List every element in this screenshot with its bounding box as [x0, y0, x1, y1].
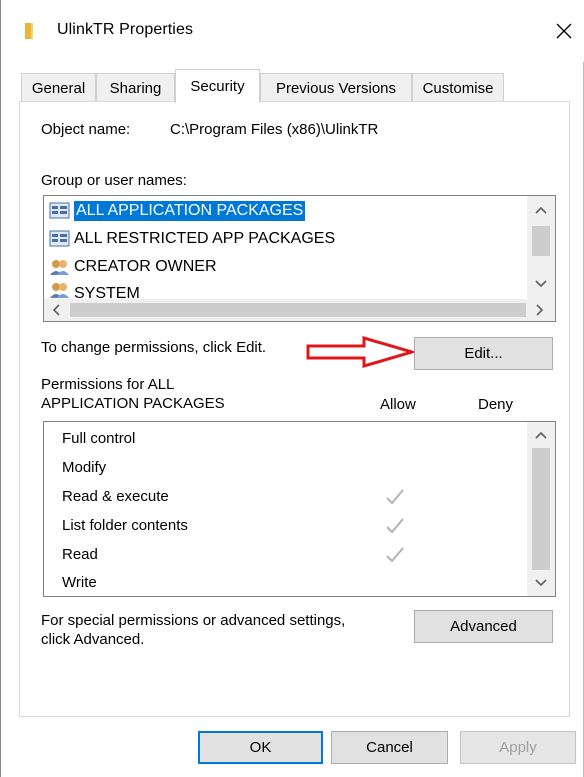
- close-button[interactable]: [547, 14, 581, 48]
- permission-label: Full control: [62, 430, 136, 447]
- apply-button[interactable]: Apply: [460, 731, 576, 764]
- permission-label: Read: [62, 546, 98, 563]
- app-package-icon: [49, 230, 71, 248]
- special-permissions-hint-line2: click Advanced.: [41, 631, 145, 648]
- users-icon: [49, 258, 71, 276]
- list-item-creator-owner[interactable]: CREATOR OWNER: [49, 255, 529, 279]
- list-item-label: CREATOR OWNER: [74, 258, 217, 275]
- permissions-header-line2: APPLICATION PACKAGES: [41, 395, 225, 412]
- tab-general[interactable]: General: [21, 73, 96, 102]
- list-item-label: SYSTEM: [74, 285, 140, 299]
- permission-label: Modify: [62, 459, 107, 476]
- list-item-all-application-packages[interactable]: ALL APPLICATION PACKAGES: [49, 199, 529, 223]
- title-bar: UlinkTR Properties: [1, 0, 584, 62]
- tab-security[interactable]: Security: [175, 69, 260, 103]
- object-name-value: C:\Program Files (x86)\UlinkTR: [170, 121, 379, 138]
- users-icon: [49, 281, 71, 299]
- list-item-all-restricted-app-packages[interactable]: ALL RESTRICTED APP PACKAGES: [49, 227, 529, 251]
- cancel-button[interactable]: Cancel: [331, 731, 448, 764]
- permissions-vertical-scrollbar[interactable]: [527, 422, 555, 596]
- permission-row-modify: Modify: [62, 455, 532, 481]
- scrollbar-thumb[interactable]: [70, 303, 526, 317]
- allow-column-header: Allow: [380, 396, 416, 413]
- object-name-label: Object name:: [41, 121, 131, 138]
- close-icon: [556, 23, 572, 39]
- permissions-list: Full control Modify Read & execute List …: [43, 421, 556, 597]
- scrollbar-thumb[interactable]: [532, 448, 550, 570]
- list-item-system[interactable]: SYSTEM: [49, 281, 529, 299]
- app-package-icon: [49, 202, 71, 220]
- tab-previous-versions[interactable]: Previous Versions: [260, 73, 412, 102]
- scroll-right-arrow-icon[interactable]: [528, 299, 552, 321]
- scroll-left-arrow-icon[interactable]: [44, 299, 68, 321]
- group-list-horizontal-scrollbar[interactable]: [44, 299, 555, 321]
- edit-button[interactable]: Edit...: [414, 337, 553, 370]
- permission-row-read: Read: [62, 542, 532, 568]
- tab-strip: General Sharing Security Previous Versio…: [21, 69, 541, 103]
- allow-check-icon: [386, 547, 404, 563]
- list-item-label: ALL RESTRICTED APP PACKAGES: [74, 230, 336, 247]
- permission-label: Read & execute: [62, 488, 169, 505]
- folder-icon: [22, 22, 40, 40]
- permission-row-full-control: Full control: [62, 426, 532, 452]
- scroll-down-arrow-icon[interactable]: [527, 572, 555, 594]
- tab-sharing[interactable]: Sharing: [96, 73, 175, 102]
- scroll-up-arrow-icon[interactable]: [527, 424, 555, 446]
- list-item-label: ALL APPLICATION PACKAGES: [74, 201, 306, 221]
- special-permissions-hint-line1: For special permissions or advanced sett…: [41, 612, 346, 629]
- window-title: UlinkTR Properties: [57, 21, 194, 38]
- change-permissions-hint: To change permissions, click Edit.: [41, 339, 267, 356]
- permissions-header-line1: Permissions for ALL: [41, 376, 175, 393]
- permission-row-list-folder-contents: List folder contents: [62, 513, 532, 539]
- group-user-list[interactable]: ALL APPLICATION PACKAGES ALL RESTRICTED …: [43, 195, 556, 322]
- scroll-up-arrow-icon[interactable]: [527, 198, 555, 222]
- allow-check-icon: [386, 489, 404, 505]
- permission-row-write: Write: [62, 570, 532, 596]
- scroll-down-arrow-icon[interactable]: [527, 272, 555, 296]
- deny-column-header: Deny: [478, 396, 514, 413]
- scrollbar-thumb[interactable]: [532, 226, 550, 256]
- allow-check-icon: [386, 518, 404, 534]
- permission-row-read-execute: Read & execute: [62, 484, 532, 510]
- advanced-button[interactable]: Advanced: [414, 610, 553, 643]
- group-list-vertical-scrollbar[interactable]: [527, 196, 555, 301]
- properties-dialog: UlinkTR Properties General Sharing Secur…: [0, 0, 584, 777]
- annotation-arrow-icon: [306, 336, 416, 368]
- group-list-label: Group or user names:: [41, 172, 187, 189]
- ok-button[interactable]: OK: [198, 731, 323, 764]
- permission-label: Write: [62, 574, 97, 591]
- tab-customise[interactable]: Customise: [412, 73, 504, 102]
- permission-label: List folder contents: [62, 517, 188, 534]
